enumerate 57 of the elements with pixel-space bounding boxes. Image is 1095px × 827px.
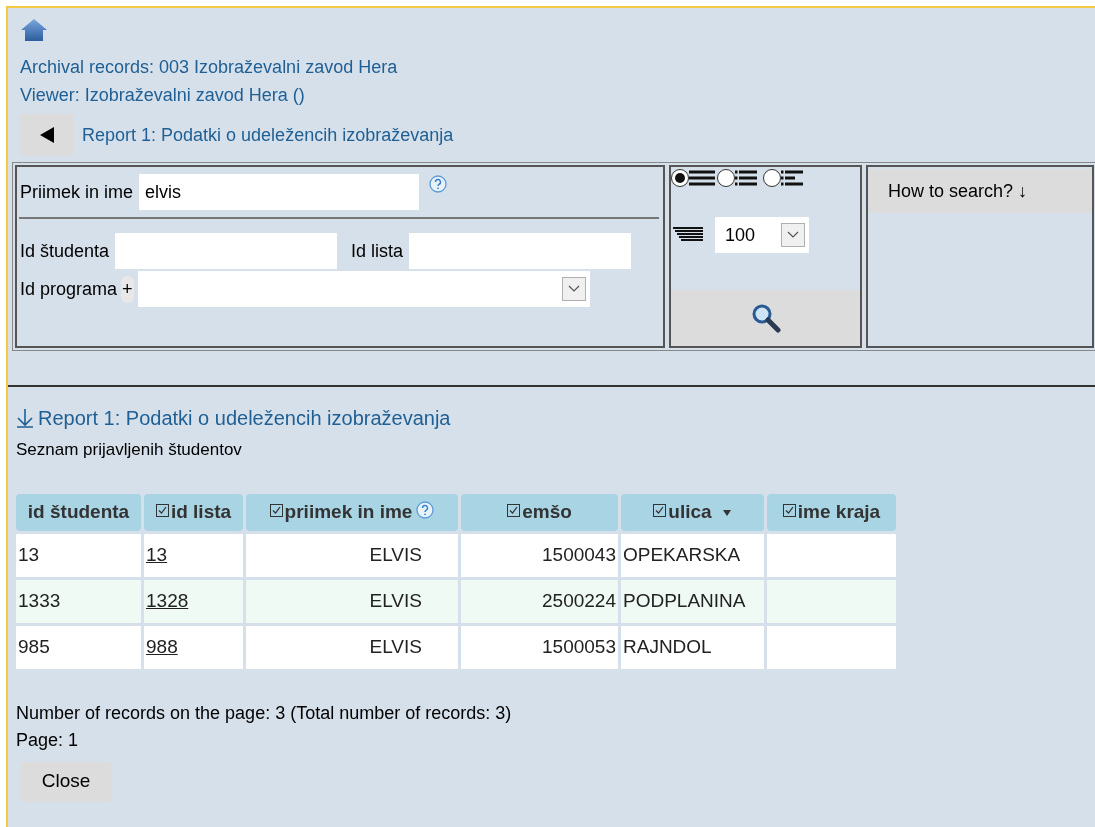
- search-icon: [750, 303, 781, 333]
- view-option[interactable]: [671, 169, 715, 187]
- table-cell: 13: [18, 543, 40, 565]
- results-title[interactable]: Report 1: Podatki o udeležencih izobraževanja: [38, 403, 451, 433]
- back-button[interactable]: [20, 114, 74, 156]
- checkbox-icon[interactable]: [155, 504, 169, 518]
- arrow-down-icon[interactable]: [16, 408, 34, 428]
- how-to-search-button[interactable]: How to search? ↓: [868, 169, 1092, 213]
- table-cell: 1500043: [542, 543, 616, 565]
- home-icon[interactable]: [20, 18, 48, 42]
- field-label: Id programa: [20, 277, 118, 301]
- table-cell: RAJNDOL: [623, 635, 712, 657]
- page-size-select[interactable]: 100: [715, 217, 809, 253]
- search-button[interactable]: [671, 290, 860, 346]
- field-label: Priimek in ime: [20, 180, 134, 204]
- table-cell: 1333: [18, 589, 61, 611]
- table-cell: OPEKARSKA: [623, 543, 741, 565]
- column-header[interactable]: emšo: [461, 493, 618, 531]
- column-header[interactable]: ulica: [621, 493, 764, 531]
- page-number: Page: 1: [16, 728, 80, 752]
- list-view-icon: [689, 170, 715, 186]
- text-field[interactable]: [115, 233, 338, 269]
- archival-records-link[interactable]: Archival records: 003 Izobraževalni zavod Hera: [20, 54, 1095, 80]
- table-cell: ELVIS: [369, 635, 422, 657]
- help-icon[interactable]: [416, 500, 435, 519]
- add-button[interactable]: +: [121, 275, 134, 303]
- checkbox-icon[interactable]: [782, 504, 796, 518]
- field-label: Id študenta: [20, 239, 110, 263]
- table-cell: 985: [18, 635, 50, 657]
- column-header[interactable]: id študenta: [16, 493, 141, 531]
- viewer-link[interactable]: Viewer: Izobraževalni zavod Hera (): [20, 80, 1095, 110]
- id-link[interactable]: 988: [146, 635, 178, 657]
- records-count: Number of records on the page: 3 (Total number of records: 3): [16, 701, 513, 725]
- checkbox-icon[interactable]: [507, 504, 521, 518]
- chevron-down-icon: [567, 285, 580, 293]
- table-cell: ELVIS: [369, 543, 422, 565]
- text-field[interactable]: elvis: [139, 174, 420, 210]
- triangle-left-icon: [40, 127, 54, 143]
- text-field[interactable]: [409, 233, 632, 269]
- close-button[interactable]: Close: [20, 761, 112, 802]
- table-cell: PODPLANINA: [623, 589, 746, 611]
- column-header[interactable]: ime kraja: [767, 493, 896, 531]
- help-icon[interactable]: [429, 174, 448, 193]
- checkbox-icon[interactable]: [653, 504, 667, 518]
- rows-icon: [673, 227, 705, 243]
- table-cell: 2500224: [542, 589, 616, 611]
- column-header[interactable]: id lista: [144, 493, 243, 531]
- report-title: Report 1: Podatki o udeležencih izobraževanja: [82, 123, 454, 147]
- column-header[interactable]: priimek in ime: [246, 493, 458, 531]
- chevron-down-icon: [787, 231, 799, 239]
- field-label: Id lista: [351, 239, 404, 263]
- results-subtitle: Seznam prijavljenih študentov: [16, 439, 243, 461]
- table-cell: ELVIS: [369, 589, 422, 611]
- checkbox-icon[interactable]: [269, 503, 283, 517]
- id-link[interactable]: 1328: [146, 589, 189, 611]
- id-link[interactable]: 13: [146, 543, 168, 565]
- table-cell: 1500053: [542, 635, 616, 657]
